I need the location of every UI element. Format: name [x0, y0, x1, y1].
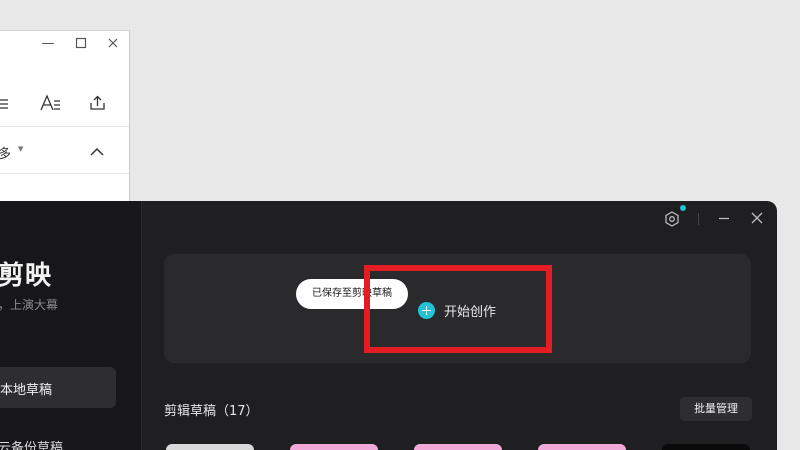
maximize-icon[interactable] — [74, 37, 88, 51]
sidebar-item-label: 本地草稿 — [0, 383, 53, 398]
background-window: — 多 ▼ — [0, 30, 130, 211]
background-window-ribbon: 多 ▼ — [0, 131, 129, 174]
draft-thumbnail[interactable] — [166, 444, 254, 450]
text-format-icon[interactable] — [40, 94, 62, 116]
close-icon[interactable] — [106, 37, 120, 51]
draft-thumbnail[interactable] — [290, 444, 378, 450]
close-icon[interactable] — [749, 210, 765, 226]
minimize-icon[interactable]: — — [41, 37, 55, 51]
minimize-icon[interactable] — [716, 210, 732, 226]
batch-manage-button[interactable]: 批量管理 — [680, 397, 752, 421]
chevron-up-icon[interactable] — [89, 143, 105, 162]
list-icon[interactable] — [0, 96, 10, 116]
sidebar-item-local-drafts[interactable]: 本地草稿 — [0, 367, 116, 408]
settings-icon[interactable] — [664, 211, 680, 227]
notification-dot — [680, 205, 686, 211]
titlebar-divider — [698, 213, 699, 225]
draft-thumbnail[interactable] — [662, 444, 750, 450]
background-window-toolbar — [0, 86, 129, 127]
more-label[interactable]: 多 — [0, 143, 11, 162]
background-window-titlebar: — — [0, 31, 129, 59]
draft-thumbnail[interactable] — [414, 444, 502, 450]
sidebar: 剪映 ，上演大幕 本地草稿 云备份草稿 — [0, 201, 142, 450]
drafts-section-title: 剪辑草稿（17） — [164, 404, 259, 419]
brand-slogan: ，上演大幕 — [0, 298, 59, 312]
caret-down-icon[interactable]: ▼ — [18, 145, 23, 153]
highlight-annotation-box — [364, 265, 552, 353]
brand-title: 剪映 — [0, 261, 53, 291]
draft-thumbnail[interactable] — [538, 444, 626, 450]
sidebar-item-cloud-drafts[interactable]: 云备份草稿 — [0, 437, 63, 450]
share-icon[interactable] — [89, 94, 107, 116]
